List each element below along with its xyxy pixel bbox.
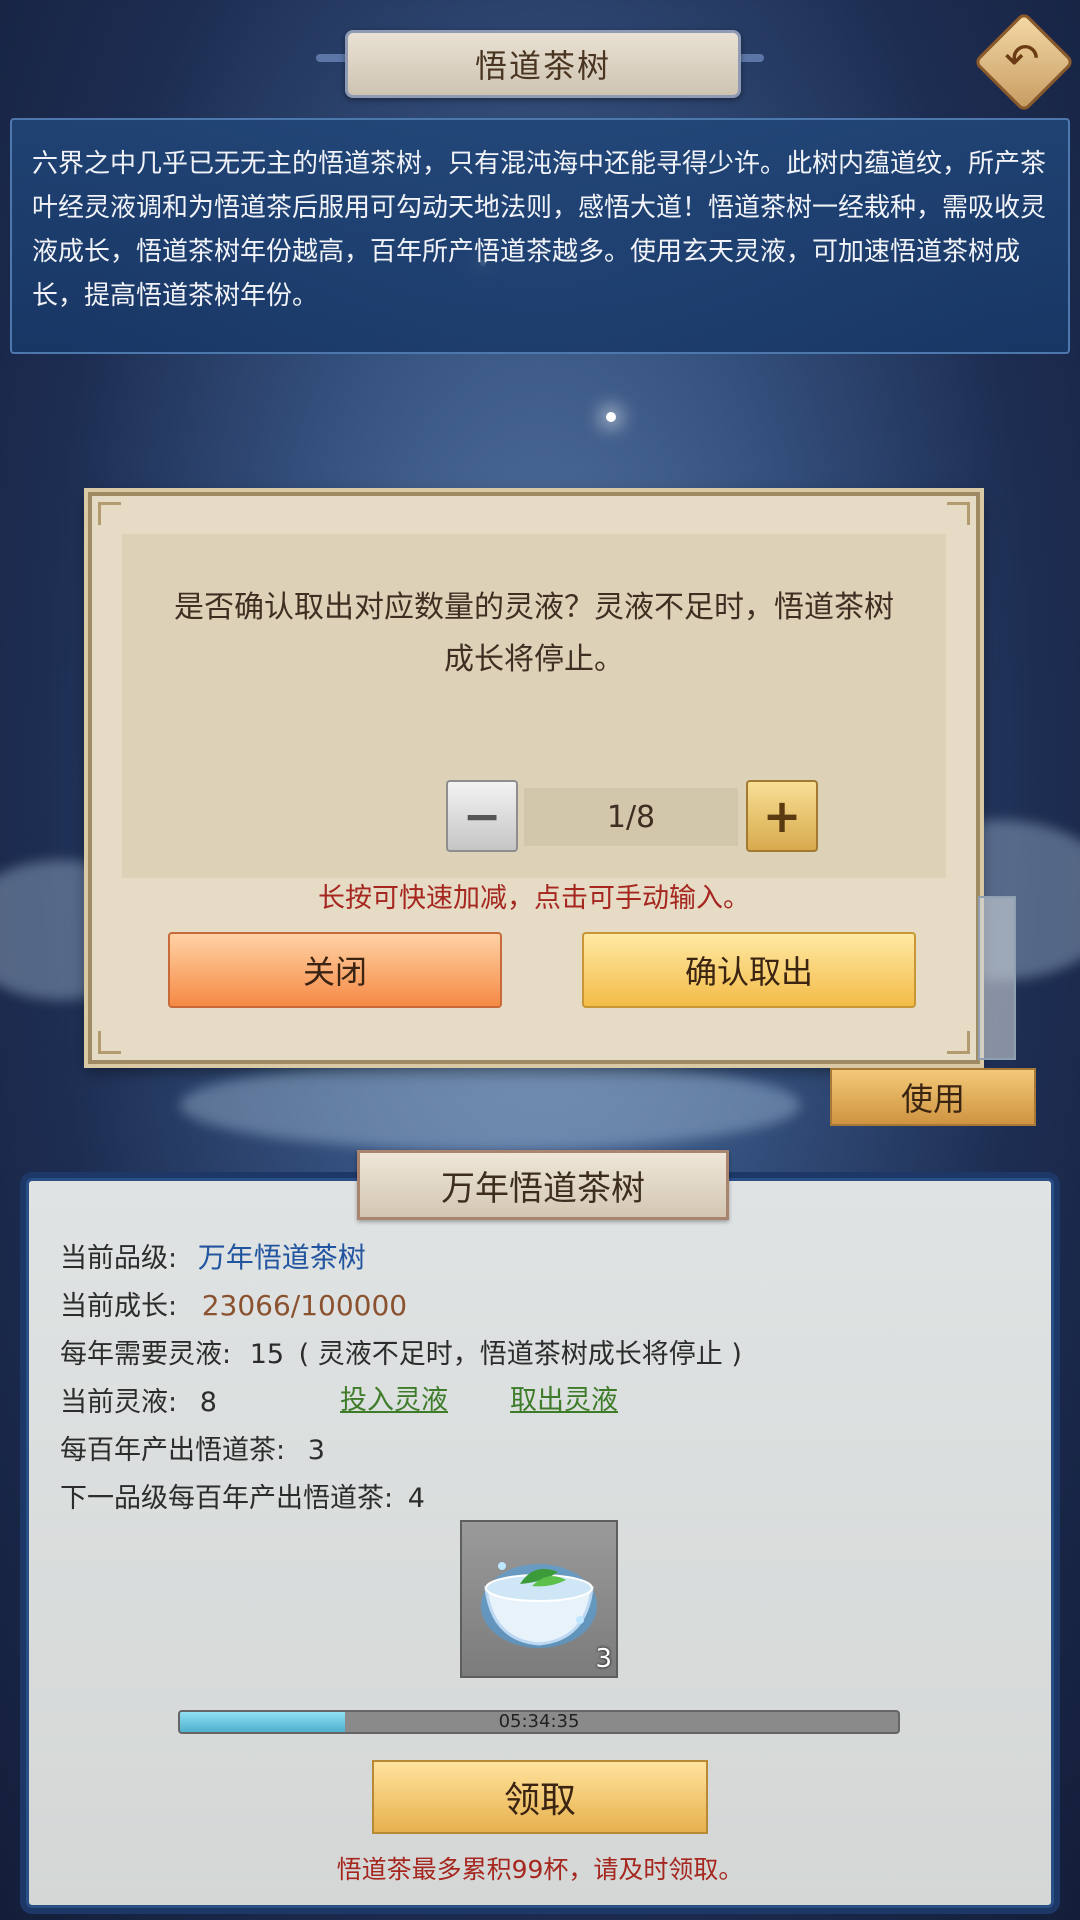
century-output-label: 每百年产出悟道茶:: [60, 1435, 286, 1466]
deposit-liquid-link[interactable]: 投入灵液: [340, 1378, 448, 1417]
background-star: [606, 412, 616, 422]
production-timer: 05:34:35: [498, 1711, 580, 1732]
minus-icon: −: [462, 789, 502, 843]
next-output-row: 下一品级每百年产出悟道茶: 4: [60, 1476, 425, 1515]
tree-title: 万年悟道茶树: [357, 1150, 729, 1220]
dialog-message-line: 成长将停止。: [444, 642, 624, 677]
background-cloud: [180, 1060, 800, 1150]
tea-cup-icon: [481, 1562, 597, 1648]
dialog-corner: [947, 1031, 970, 1054]
increase-button[interactable]: +: [746, 780, 818, 852]
plus-icon: +: [762, 789, 802, 843]
yearly-need-value: 15: [249, 1339, 285, 1370]
withdraw-liquid-link[interactable]: 取出灵液: [510, 1378, 618, 1417]
claim-note: 悟道茶最多累积99杯，请及时领取。: [336, 1855, 744, 1884]
yearly-need-note: ( 灵液不足时，悟道茶树成长将停止 ): [298, 1339, 742, 1370]
dialog-corner: [947, 502, 970, 525]
growth-row: 当前成长: 23066/100000: [60, 1284, 407, 1323]
dialog-corner: [98, 1031, 121, 1054]
next-output-value: 4: [407, 1483, 425, 1514]
quantity-input[interactable]: 1/8: [524, 788, 738, 846]
growth-label: 当前成长:: [60, 1291, 178, 1322]
yearly-need-row: 每年需要灵液: 15 ( 灵液不足时，悟道茶树成长将停止 ): [60, 1332, 742, 1371]
description-panel: 六界之中几乎已无无主的悟道茶树，只有混沌海中还能寻得少许。此树内蕴道纹，所产茶叶…: [10, 118, 1070, 354]
dialog-content: 是否确认取出对应数量的灵液？灵液不足时，悟道茶树 成长将停止。 − 1/8 + …: [122, 534, 946, 914]
page-title-banner: 悟道茶树: [345, 30, 741, 98]
century-output-value: 3: [307, 1435, 325, 1466]
dialog-message-line: 是否确认取出对应数量的灵液？灵液不足时，悟道茶树: [174, 590, 894, 625]
current-liquid-label: 当前灵液:: [60, 1387, 178, 1418]
production-progress-bar: 05:34:35: [178, 1710, 900, 1734]
grade-value: 万年悟道茶树: [197, 1241, 366, 1274]
current-liquid-value: 8: [199, 1387, 217, 1418]
side-panel-edge: [978, 896, 1016, 1060]
grade-row: 当前品级: 万年悟道茶树: [60, 1236, 366, 1276]
yearly-need-label: 每年需要灵液:: [60, 1339, 232, 1370]
current-liquid-row: 当前灵液: 8: [60, 1380, 217, 1419]
description-text: 六界之中几乎已无无主的悟道茶树，只有混沌海中还能寻得少许。此树内蕴道纹，所产茶叶…: [32, 149, 1047, 311]
page-title: 悟道茶树: [474, 47, 611, 85]
century-output-row: 每百年产出悟道茶: 3: [60, 1428, 325, 1467]
tea-item-slot[interactable]: 3: [460, 1520, 618, 1678]
stepper-hint: 长按可快速加减，点击可手动输入。: [318, 883, 750, 914]
dialog-message: 是否确认取出对应数量的灵液？灵液不足时，悟道茶树 成长将停止。: [122, 582, 946, 686]
use-button[interactable]: 使用: [830, 1068, 1036, 1126]
decrease-button[interactable]: −: [446, 780, 518, 852]
tea-item-count: 3: [595, 1644, 612, 1674]
growth-value: 23066/100000: [201, 1289, 408, 1322]
confirm-withdraw-button[interactable]: 确认取出: [582, 932, 916, 1008]
withdraw-dialog: 是否确认取出对应数量的灵液？灵液不足时，悟道茶树 成长将停止。 − 1/8 + …: [88, 492, 980, 1064]
close-button[interactable]: 关闭: [168, 932, 502, 1008]
back-arrow-icon: ↶: [1004, 34, 1040, 83]
dialog-corner: [98, 502, 121, 525]
claim-button[interactable]: 领取: [372, 1760, 708, 1834]
grade-label: 当前品级:: [60, 1243, 178, 1274]
next-output-label: 下一品级每百年产出悟道茶:: [60, 1483, 394, 1514]
